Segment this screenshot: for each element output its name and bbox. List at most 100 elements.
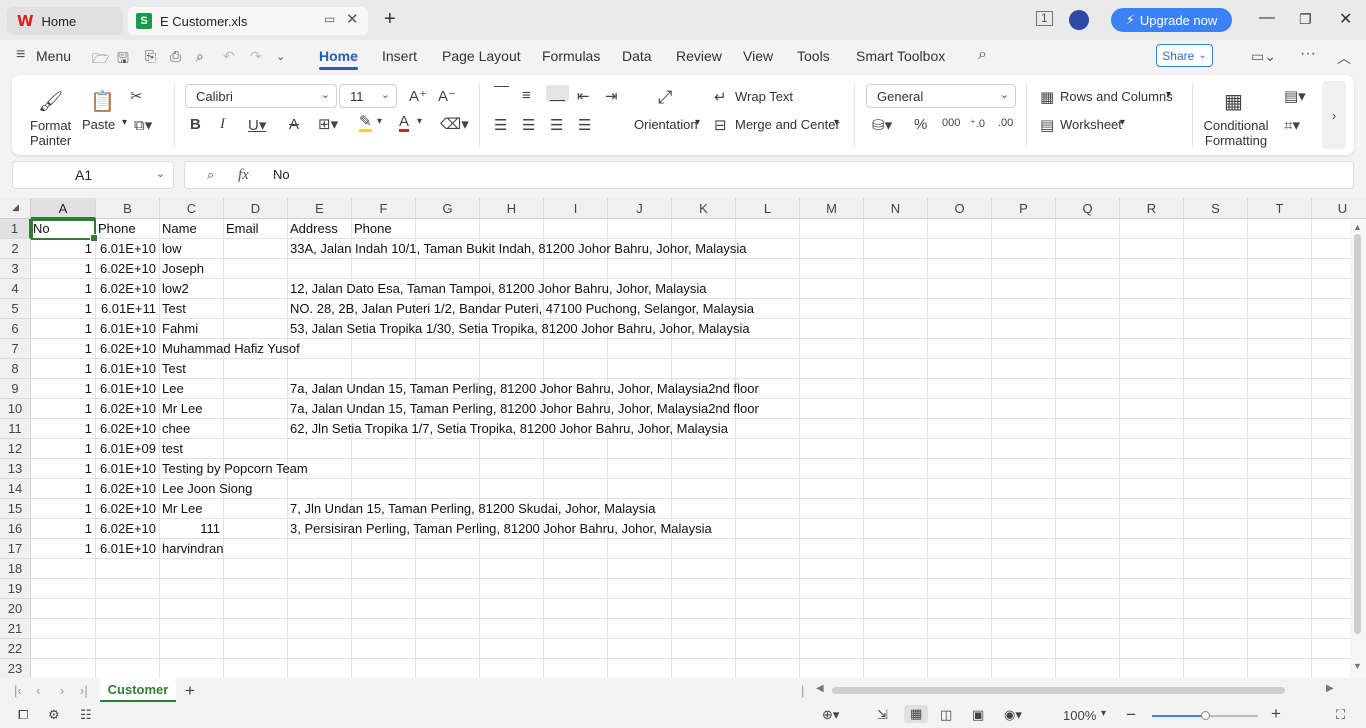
scroll-down-icon[interactable]: ▼ [1353, 661, 1362, 671]
column-header-s[interactable]: S [1184, 198, 1248, 219]
column-header-d[interactable]: D [224, 198, 288, 219]
orientation-button[interactable]: Orientation [634, 117, 698, 132]
cell-name[interactable]: Muhammad Hafiz Yusof [162, 339, 300, 359]
header-cell-f[interactable]: Phone [354, 219, 392, 239]
cut-icon[interactable]: ✂ [130, 87, 143, 105]
paste-icon[interactable]: 📋 [90, 89, 115, 114]
print-preview-icon[interactable]: ⌕ [196, 48, 204, 65]
cell-phone[interactable]: 6.02E+10 [96, 499, 156, 519]
cell-address[interactable]: 7a, Jalan Undan 15, Taman Perling, 81200… [290, 399, 759, 419]
cell-phone[interactable]: 6.01E+10 [96, 319, 156, 339]
row-header-3[interactable]: 3 [0, 259, 31, 279]
justify-icon[interactable]: ☰ [578, 116, 591, 134]
reading-layout-icon[interactable]: ◫ [940, 707, 952, 723]
cell-name[interactable]: Fahmi [162, 319, 198, 339]
align-right-icon[interactable]: ☰ [550, 116, 563, 134]
cell-no[interactable]: 1 [31, 539, 92, 559]
menu-button[interactable]: Menu [36, 48, 71, 64]
borders-icon[interactable]: ⊞▾ [318, 115, 338, 133]
cell-phone[interactable]: 6.01E+10 [96, 539, 156, 559]
number-format-select[interactable]: General ⌄ [866, 84, 1016, 108]
cell-phone[interactable]: 6.02E+10 [96, 279, 156, 299]
cell-name[interactable]: low [162, 239, 182, 259]
row-header-4[interactable]: 4 [0, 279, 31, 299]
align-center-icon[interactable]: ☰ [522, 116, 535, 134]
row-header-5[interactable]: 5 [0, 299, 31, 319]
macro-icon[interactable]: ⚙ [48, 707, 60, 723]
more-icon[interactable]: ··· [1300, 45, 1316, 63]
select-all-corner[interactable]: ◢ [0, 198, 31, 219]
format-painter-button[interactable]: Format Painter [30, 118, 71, 148]
cell-no[interactable]: 1 [31, 299, 92, 319]
conditional-formatting-icon[interactable]: ▦ [1224, 89, 1243, 114]
cell-name[interactable]: Joseph [162, 259, 204, 279]
restore-icon[interactable]: ❐ [1299, 11, 1312, 28]
font-color-chevron-icon[interactable]: ▾ [417, 116, 422, 127]
fullscreen-icon[interactable]: ⛶ [1336, 707, 1345, 723]
cell-name[interactable]: low2 [162, 279, 189, 299]
align-bottom-icon[interactable]: ⎽ [546, 85, 570, 102]
increase-decimal-icon[interactable]: ⁺.0 [970, 117, 985, 130]
eye-protection-icon[interactable]: ⊕▾ [822, 707, 839, 723]
worksheet-chevron-icon[interactable]: ▾ [1120, 117, 1125, 128]
row-header-1[interactable]: 1 [0, 219, 31, 239]
cell-name[interactable]: Mr Lee [162, 499, 202, 519]
cell-name[interactable]: chee [162, 419, 190, 439]
cell-no[interactable]: 1 [31, 399, 92, 419]
header-cell-d[interactable]: Email [226, 219, 259, 239]
column-header-f[interactable]: F [352, 198, 416, 219]
vertical-scrollbar[interactable]: ▲ ▼ [1350, 220, 1366, 678]
cell-name[interactable]: Lee [162, 379, 184, 399]
copy-icon[interactable]: ⧉▾ [134, 116, 152, 134]
ribbon-scroll-right-icon[interactable]: › [1322, 81, 1346, 149]
row-header-11[interactable]: 11 [0, 419, 31, 439]
menu-item-data[interactable]: Data [622, 48, 652, 64]
add-sheet-icon[interactable]: + [185, 681, 195, 701]
row-header-20[interactable]: 20 [0, 599, 31, 619]
undo-icon[interactable]: ↶ [223, 48, 235, 65]
cell-name[interactable]: Lee Joon Siong [162, 479, 252, 499]
column-header-i[interactable]: I [544, 198, 608, 219]
menu-item-review[interactable]: Review [676, 48, 722, 64]
thousands-icon[interactable]: 000 [942, 117, 960, 129]
row-header-15[interactable]: 15 [0, 499, 31, 519]
align-middle-icon[interactable]: ≡ [522, 87, 531, 104]
paste-button[interactable]: Paste [82, 117, 115, 132]
zoom-slider-handle[interactable] [1201, 711, 1210, 720]
cell-no[interactable]: 1 [31, 479, 92, 499]
increase-indent-icon[interactable]: ⇥ [605, 87, 618, 105]
page-layout-view-icon[interactable]: ▣ [972, 707, 984, 723]
cell-address[interactable]: 62, Jln Setia Tropika 1/7, Setia Tropika… [290, 419, 728, 439]
align-left-icon[interactable]: ☰ [494, 116, 507, 134]
decrease-decimal-icon[interactable]: .00 [998, 117, 1013, 129]
column-header-g[interactable]: G [416, 198, 480, 219]
cell-phone[interactable]: 6.01E+10 [96, 359, 156, 379]
row-header-19[interactable]: 19 [0, 579, 31, 599]
scroll-up-icon[interactable]: ▲ [1353, 222, 1362, 232]
formula-input[interactable]: ⌕ fx No [184, 161, 1354, 189]
header-cell-b[interactable]: Phone [98, 219, 136, 239]
orientation-icon[interactable]: ⤢ [658, 87, 672, 108]
first-sheet-icon[interactable]: |‹ [14, 683, 22, 698]
last-sheet-icon[interactable]: ›| [80, 683, 88, 698]
name-box[interactable]: A1 ⌄ [12, 161, 174, 189]
column-header-q[interactable]: Q [1056, 198, 1120, 219]
fill-color-icon[interactable]: ✎ [359, 114, 372, 132]
bold-icon[interactable]: B [190, 116, 201, 133]
zoom-chevron-icon[interactable]: ▾ [1101, 708, 1106, 719]
search-icon[interactable]: ⌕ [978, 46, 987, 64]
cell-no[interactable]: 1 [31, 439, 92, 459]
row-header-23[interactable]: 23 [0, 659, 31, 679]
column-header-n[interactable]: N [864, 198, 928, 219]
cell-name[interactable]: Test [162, 299, 186, 319]
collapse-ribbon-icon[interactable]: ︿ [1337, 48, 1351, 68]
menu-item-home[interactable]: Home [319, 48, 358, 70]
notes-icon[interactable]: ☷ [80, 707, 92, 723]
share-button[interactable]: Share ⌄ [1156, 44, 1213, 67]
fx-icon[interactable]: fx [238, 167, 249, 184]
format-painter-icon[interactable]: 🖌 [38, 89, 63, 114]
column-header-o[interactable]: O [928, 198, 992, 219]
hamburger-icon[interactable]: ≡ [16, 46, 25, 64]
merge-center-icon[interactable]: ⊟ [714, 116, 727, 134]
tab-close-icon[interactable]: ✕ [346, 10, 359, 28]
